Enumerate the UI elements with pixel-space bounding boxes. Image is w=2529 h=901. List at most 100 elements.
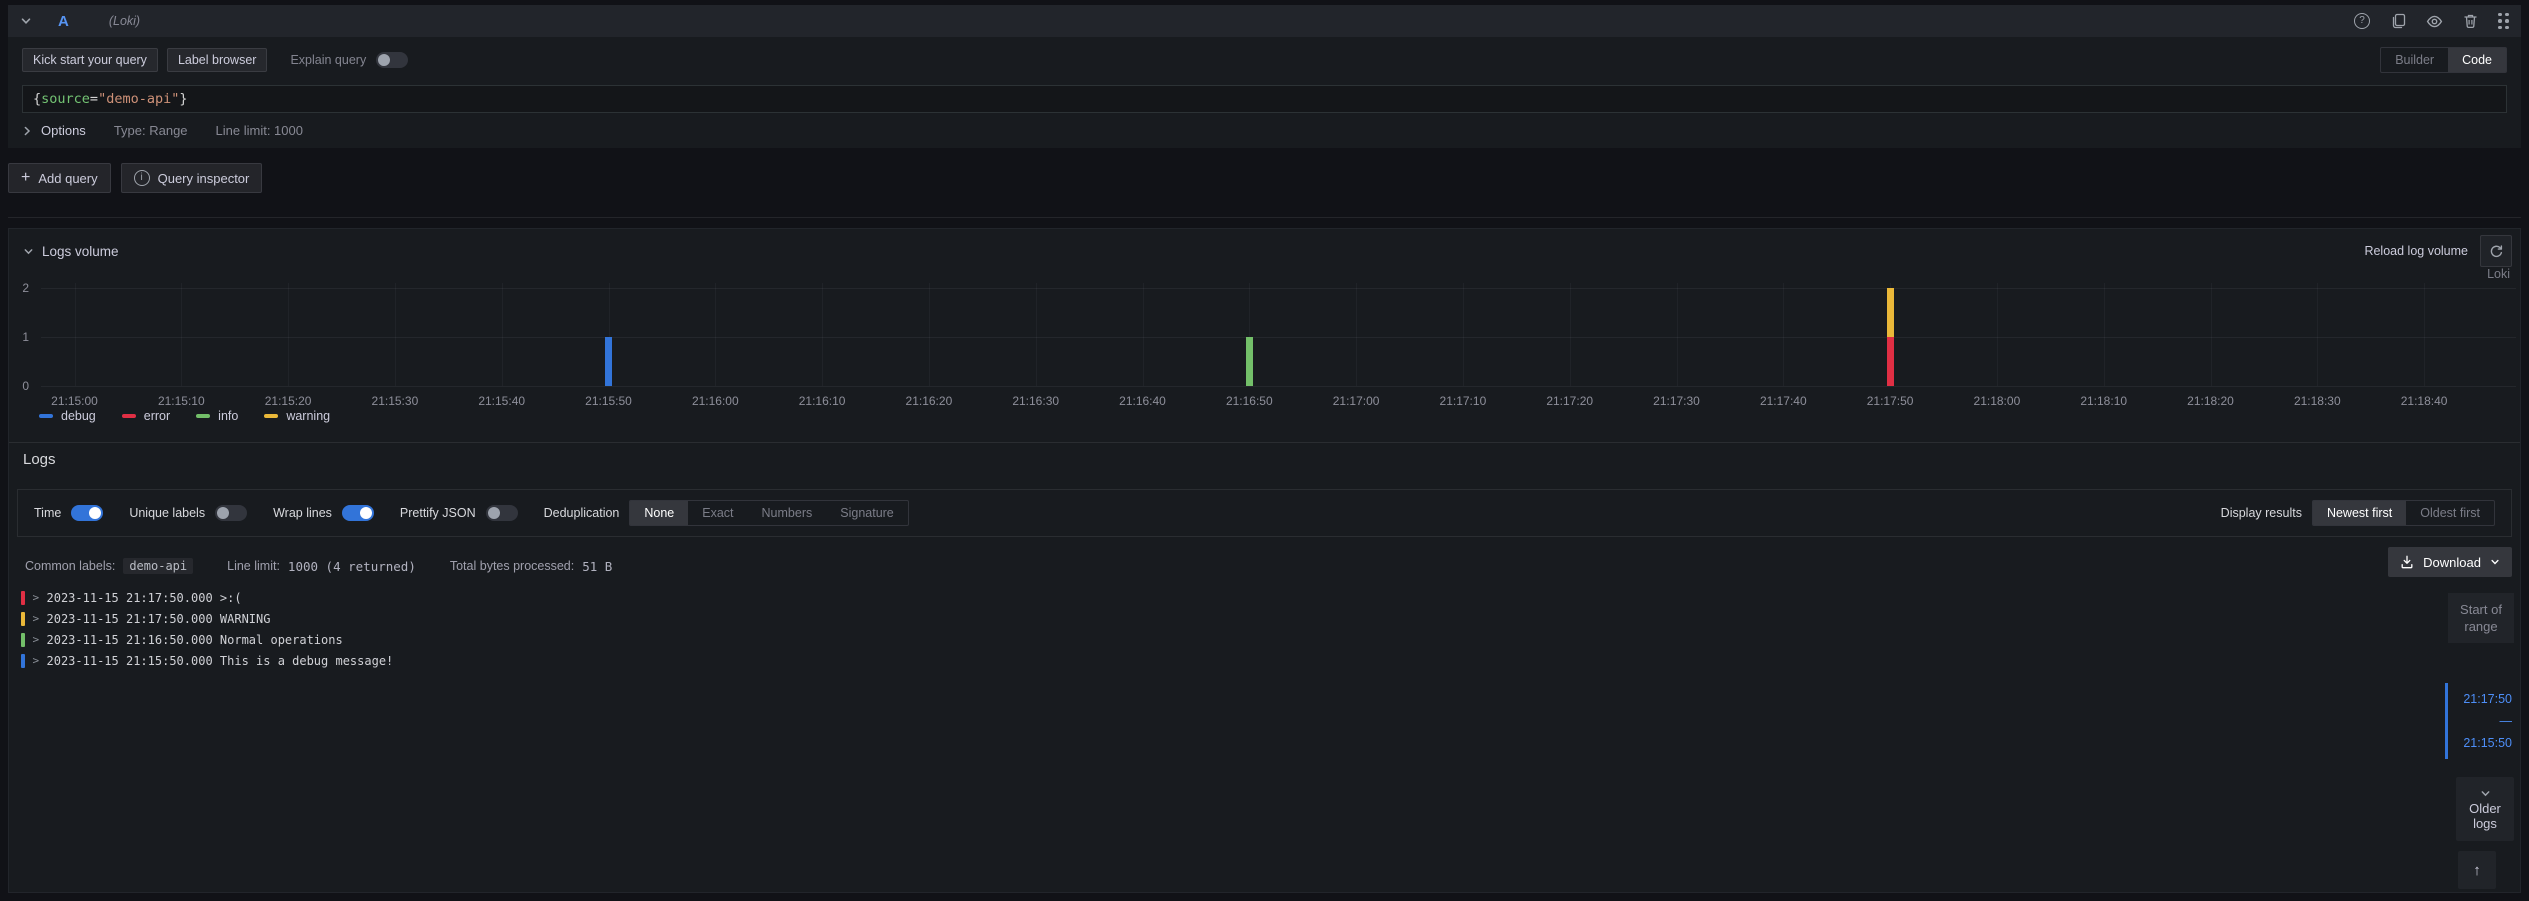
log-message: >:( <box>220 591 242 605</box>
query-token-eq: = <box>90 91 98 107</box>
grafana-explore-page: A (Loki) ? Kick start your que <box>0 0 2529 901</box>
toggle-switch-unique-labels[interactable] <box>215 505 247 521</box>
toggle-knob <box>217 507 229 519</box>
query-token-open: { <box>33 91 41 107</box>
log-row[interactable]: >2023-11-15 21:15:50.000 This is a debug… <box>15 650 2430 671</box>
hide-response-eye-icon[interactable] <box>2426 13 2443 30</box>
bytes-processed-label: Total bytes processed: <box>450 559 574 573</box>
expand-row-icon[interactable]: > <box>33 612 47 625</box>
toggle-label: Wrap lines <box>273 506 332 520</box>
x-gridline <box>2104 283 2105 386</box>
legend-item-error[interactable]: error <box>122 409 170 423</box>
start-of-range-marker: Start of range <box>2448 593 2514 643</box>
logs-volume-chart[interactable]: 01221:15:0021:15:1021:15:2021:15:3021:15… <box>41 283 2516 386</box>
duplicate-query-icon[interactable] <box>2390 13 2406 29</box>
display-option-newest-first[interactable]: Newest first <box>2313 501 2406 525</box>
log-message: Normal operations <box>220 633 343 647</box>
dedup-option-numbers[interactable]: Numbers <box>748 501 827 525</box>
reload-log-volume-button[interactable] <box>2480 235 2512 267</box>
y-axis-tick-label: 2 <box>22 281 29 295</box>
display-option-oldest-first[interactable]: Oldest first <box>2406 501 2494 525</box>
common-labels-badge: demo-api <box>123 558 193 574</box>
kick-start-query-button[interactable]: Kick start your query <box>22 48 158 72</box>
logs-meta-row: Common labels: demo-api Line limit: 1000… <box>25 555 612 577</box>
toggle-switch-time[interactable] <box>71 505 103 521</box>
bar-error-21:17:50[interactable] <box>1887 337 1894 386</box>
mode-option-code[interactable]: Code <box>2448 48 2506 72</box>
scroll-to-top-button[interactable]: ↑ <box>2458 851 2496 889</box>
label-browser-button[interactable]: Label browser <box>167 48 268 72</box>
help-icon[interactable]: ? <box>2354 13 2370 29</box>
older-logs-button[interactable]: Older logs <box>2456 777 2514 841</box>
x-axis-tick-label: 21:15:00 <box>51 394 98 408</box>
expand-row-icon[interactable]: > <box>33 654 47 667</box>
legend-label: info <box>218 409 238 423</box>
dedup-option-none[interactable]: None <box>630 501 688 525</box>
x-axis-tick-label: 21:17:50 <box>1867 394 1914 408</box>
remove-query-trash-icon[interactable] <box>2463 13 2478 29</box>
x-gridline <box>1143 283 1144 386</box>
chevron-right-icon <box>22 126 32 136</box>
x-gridline <box>822 283 823 386</box>
log-row[interactable]: >2023-11-15 21:16:50.000 Normal operatio… <box>15 629 2430 650</box>
bar-warning-21:17:50[interactable] <box>1887 288 1894 337</box>
mode-option-builder[interactable]: Builder <box>2381 48 2448 72</box>
toggle-prettify-json: Prettify JSON <box>400 505 518 521</box>
options-expander[interactable]: Options <box>22 123 86 138</box>
dedup-option-exact[interactable]: Exact <box>688 501 747 525</box>
expand-row-icon[interactable]: > <box>33 591 47 604</box>
chevron-down-icon <box>2480 788 2491 799</box>
x-gridline <box>2211 283 2212 386</box>
legend-swatch-warning <box>264 414 278 418</box>
logs-volume-collapse[interactable]: Logs volume <box>23 244 119 259</box>
legend-item-debug[interactable]: debug <box>39 409 96 423</box>
log-timestamp: 2023-11-15 21:16:50.000 <box>47 633 220 647</box>
legend-item-warning[interactable]: warning <box>264 409 330 423</box>
deduplication-control: Deduplication NoneExactNumbersSignature <box>544 500 909 526</box>
toggle-knob <box>360 507 372 519</box>
log-level-indicator-debug <box>21 654 25 668</box>
bar-info-21:16:50[interactable] <box>1246 337 1253 386</box>
logs-volume-actions: Reload log volume <box>2364 235 2512 267</box>
explain-query-control: Explain query <box>290 52 408 68</box>
expand-row-icon[interactable]: > <box>33 633 47 646</box>
log-timestamp: 2023-11-15 21:15:50.000 <box>47 654 220 668</box>
bytes-processed-value: 51 B <box>582 559 612 574</box>
common-labels-label: Common labels: <box>25 559 115 573</box>
query-token-label: source <box>41 91 90 107</box>
x-gridline <box>75 283 76 386</box>
x-axis-tick-label: 21:16:50 <box>1226 394 1273 408</box>
toggle-unique-labels: Unique labels <box>129 505 247 521</box>
log-timestamp: 2023-11-15 21:17:50.000 <box>47 591 220 605</box>
log-row[interactable]: >2023-11-15 21:17:50.000 >:( <box>15 587 2430 608</box>
logql-query-input[interactable]: {source="demo-api"} <box>22 85 2507 113</box>
toggle-switch-wrap-lines[interactable] <box>342 505 374 521</box>
query-options-row: Options Type: Range Line limit: 1000 <box>22 123 2507 138</box>
add-query-button[interactable]: + Add query <box>8 163 111 193</box>
x-gridline <box>288 283 289 386</box>
legend-swatch-info <box>196 414 210 418</box>
dedup-option-signature[interactable]: Signature <box>826 501 908 525</box>
query-inspector-button[interactable]: i Query inspector <box>121 163 263 193</box>
explain-query-toggle[interactable] <box>376 52 408 68</box>
drag-handle-icon[interactable] <box>2498 13 2509 30</box>
x-axis-tick-label: 21:15:10 <box>158 394 205 408</box>
legend-label: error <box>144 409 170 423</box>
secondary-actions: + Add query i Query inspector <box>8 163 262 193</box>
legend-item-info[interactable]: info <box>196 409 238 423</box>
download-button[interactable]: Download <box>2388 547 2512 577</box>
bar-debug-21:15:50[interactable] <box>605 337 612 386</box>
visible-range-indicator[interactable]: 21:17:50 — 21:15:50 <box>2445 683 2514 759</box>
log-line-text: 2023-11-15 21:17:50.000 WARNING <box>47 612 271 626</box>
toggle-switch-prettify-json[interactable] <box>486 505 518 521</box>
log-row[interactable]: >2023-11-15 21:17:50.000 WARNING <box>15 608 2430 629</box>
toggle-time: Time <box>34 505 103 521</box>
query-editor-panel: A (Loki) ? Kick start your que <box>8 5 2521 148</box>
chevron-down-icon <box>2490 557 2500 567</box>
x-axis-tick-label: 21:17:10 <box>1440 394 1487 408</box>
query-row-header[interactable]: A (Loki) ? <box>8 5 2521 37</box>
log-level-indicator-warning <box>21 612 25 626</box>
query-inspector-label: Query inspector <box>158 171 250 186</box>
chevron-down-icon[interactable] <box>20 15 32 27</box>
explain-query-label: Explain query <box>290 53 366 67</box>
